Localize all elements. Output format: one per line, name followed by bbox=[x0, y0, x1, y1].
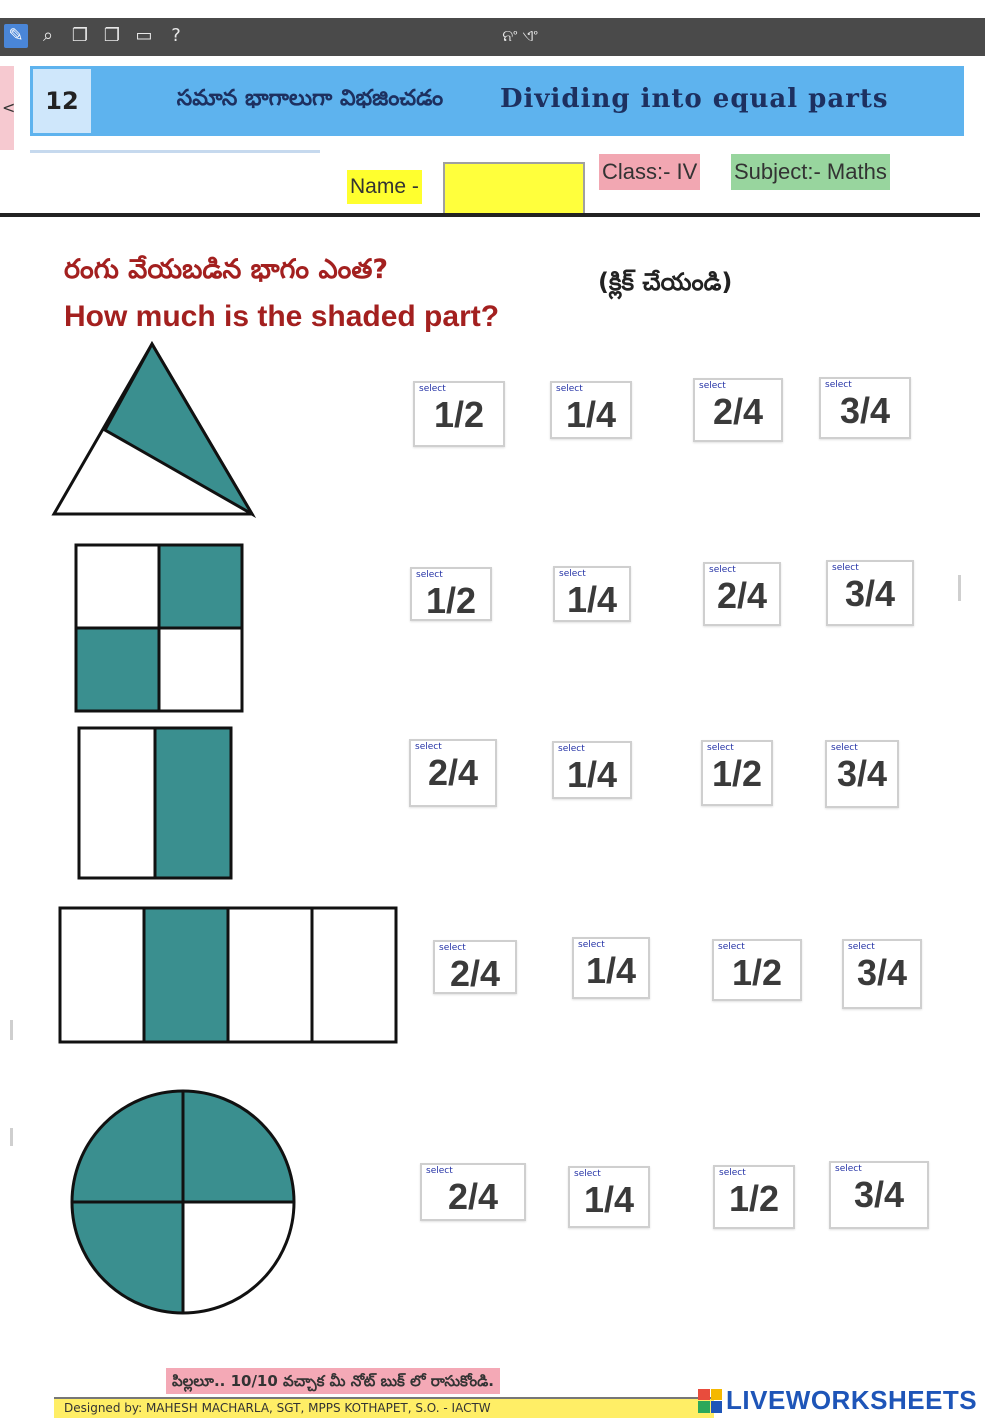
zoom-icon[interactable]: ⌕ bbox=[36, 24, 60, 48]
choice-hint: select bbox=[439, 943, 466, 953]
banner-underline bbox=[30, 150, 320, 153]
row3-choice-1[interactable]: select 2/4 bbox=[409, 739, 497, 807]
choice-hint: select bbox=[707, 743, 734, 753]
choice-hint: select bbox=[709, 565, 736, 575]
choice-value: 1/2 bbox=[433, 394, 485, 435]
choice-hint: select bbox=[559, 569, 586, 579]
two-column-shape bbox=[77, 726, 233, 880]
row1-choice-4[interactable]: select 3/4 bbox=[819, 377, 911, 439]
choice-value: 3/4 bbox=[839, 390, 891, 431]
choice-value: 1/4 bbox=[585, 950, 637, 991]
row3-choice-2[interactable]: select 1/4 bbox=[552, 741, 632, 799]
choice-hint: select bbox=[419, 384, 446, 394]
liveworksheets-logo-icon bbox=[698, 1388, 722, 1413]
choice-hint: select bbox=[426, 1166, 453, 1176]
edit-icon[interactable]: ✎ bbox=[4, 24, 28, 48]
choice-value: 1/4 bbox=[565, 394, 617, 435]
toolbar-icons: ✎ ⌕ ❐ ❐ ▭ ? bbox=[4, 24, 188, 48]
toolbar-title: ନଂ ଏଂ bbox=[502, 26, 538, 45]
choice-hint: select bbox=[825, 380, 852, 390]
choice-value: 1/2 bbox=[711, 753, 763, 794]
row2-choice-1[interactable]: select 1/2 bbox=[410, 567, 492, 621]
row2-choice-3[interactable]: select 2/4 bbox=[703, 562, 781, 626]
lesson-number: 12 bbox=[33, 69, 91, 133]
row2-choice-2[interactable]: select 1/4 bbox=[553, 566, 631, 622]
lesson-title-english: Dividing into equal parts bbox=[500, 84, 889, 114]
copy-alt-icon[interactable]: ❐ bbox=[100, 24, 124, 48]
choice-value: 3/4 bbox=[856, 952, 908, 993]
choice-value: 2/4 bbox=[716, 575, 768, 616]
lesson-banner: 12 సమాన భాగాలుగా విభజించడం Dividing into… bbox=[30, 66, 964, 136]
copy-icon[interactable]: ❐ bbox=[68, 24, 92, 48]
scroll-mark bbox=[10, 1128, 13, 1146]
choice-value: 1/4 bbox=[566, 579, 618, 620]
row4-choice-1[interactable]: select 2/4 bbox=[433, 940, 517, 994]
choice-hint: select bbox=[699, 381, 726, 391]
triangle-shape bbox=[51, 340, 257, 519]
brand[interactable]: LIVEWORKSHEETS bbox=[698, 1385, 977, 1416]
choice-value: 1/2 bbox=[728, 1178, 780, 1219]
choice-hint: select bbox=[558, 744, 585, 754]
choice-hint: select bbox=[574, 1169, 601, 1179]
choice-hint: select bbox=[848, 942, 875, 952]
circle-shape bbox=[70, 1089, 296, 1315]
doc-icon[interactable]: ▭ bbox=[132, 24, 156, 48]
square-grid-shape bbox=[74, 543, 244, 713]
choice-hint: select bbox=[831, 743, 858, 753]
row3-choice-4[interactable]: select 3/4 bbox=[825, 740, 899, 808]
subject-label: Subject:- Maths bbox=[731, 154, 890, 190]
footer-credit: Designed by: MAHESH MACHARLA, SGT, MPPS … bbox=[54, 1397, 714, 1418]
question-telugu: రంగు వేయబడిన భాగం ఎంత? bbox=[64, 254, 389, 285]
choice-value: 1/4 bbox=[583, 1179, 635, 1220]
row4-choice-4[interactable]: select 3/4 bbox=[842, 939, 922, 1009]
choice-hint: select bbox=[835, 1164, 862, 1174]
row5-choice-3[interactable]: select 1/2 bbox=[713, 1165, 795, 1229]
choice-value: 1/2 bbox=[425, 580, 477, 621]
row4-choice-2[interactable]: select 1/4 bbox=[572, 937, 650, 999]
row4-choice-3[interactable]: select 1/2 bbox=[712, 939, 802, 1001]
row1-choice-1[interactable]: select 1/2 bbox=[413, 381, 505, 447]
choice-value: 2/4 bbox=[712, 391, 764, 432]
row5-choice-4[interactable]: select 3/4 bbox=[829, 1161, 929, 1229]
choice-value: 1/2 bbox=[731, 952, 783, 993]
row2-choice-4[interactable]: select 3/4 bbox=[826, 560, 914, 626]
scroll-mark bbox=[10, 1020, 13, 1040]
choice-hint: select bbox=[718, 942, 745, 952]
row1-choice-2[interactable]: select 1/4 bbox=[550, 381, 632, 439]
left-tab[interactable]: < bbox=[0, 66, 15, 150]
row3-choice-3[interactable]: select 1/2 bbox=[701, 740, 773, 806]
choice-value: 3/4 bbox=[844, 573, 896, 614]
header-divider bbox=[0, 213, 980, 217]
choice-value: 3/4 bbox=[853, 1174, 905, 1215]
row5-choice-1[interactable]: select 2/4 bbox=[420, 1163, 526, 1221]
choice-hint: select bbox=[719, 1168, 746, 1178]
help-icon[interactable]: ? bbox=[164, 24, 188, 48]
choice-hint: select bbox=[578, 940, 605, 950]
choice-hint: select bbox=[416, 570, 443, 580]
brand-name: LIVEWORKSHEETS bbox=[726, 1385, 978, 1415]
lesson-title-telugu: సమాన భాగాలుగా విభజించడం bbox=[176, 86, 444, 111]
scroll-mark bbox=[958, 575, 961, 601]
class-label: Class:- IV bbox=[599, 154, 701, 190]
choice-value: 1/4 bbox=[566, 754, 618, 795]
choice-hint: select bbox=[415, 742, 442, 752]
choice-hint: select bbox=[832, 563, 859, 573]
question-english: How much is the shaded part? bbox=[64, 300, 500, 333]
name-label: Name - bbox=[347, 170, 422, 204]
app-toolbar: ✎ ⌕ ❐ ❐ ▭ ? ନଂ ଏଂ bbox=[0, 18, 985, 56]
four-strip-shape bbox=[58, 906, 398, 1044]
click-hint: (క్లిక్ చేయండి) bbox=[598, 268, 733, 296]
row1-choice-3[interactable]: select 2/4 bbox=[693, 378, 783, 442]
row5-choice-2[interactable]: select 1/4 bbox=[568, 1166, 650, 1228]
choice-value: 3/4 bbox=[836, 753, 888, 794]
choice-value: 2/4 bbox=[427, 752, 479, 793]
choice-value: 2/4 bbox=[449, 953, 501, 994]
choice-hint: select bbox=[556, 384, 583, 394]
name-field[interactable] bbox=[443, 162, 585, 216]
choice-value: 2/4 bbox=[447, 1176, 499, 1217]
footer-note: పిల్లలూ.. 10/10 వచ్చాక మీ నోట్ బుక్ లో ర… bbox=[166, 1368, 500, 1394]
